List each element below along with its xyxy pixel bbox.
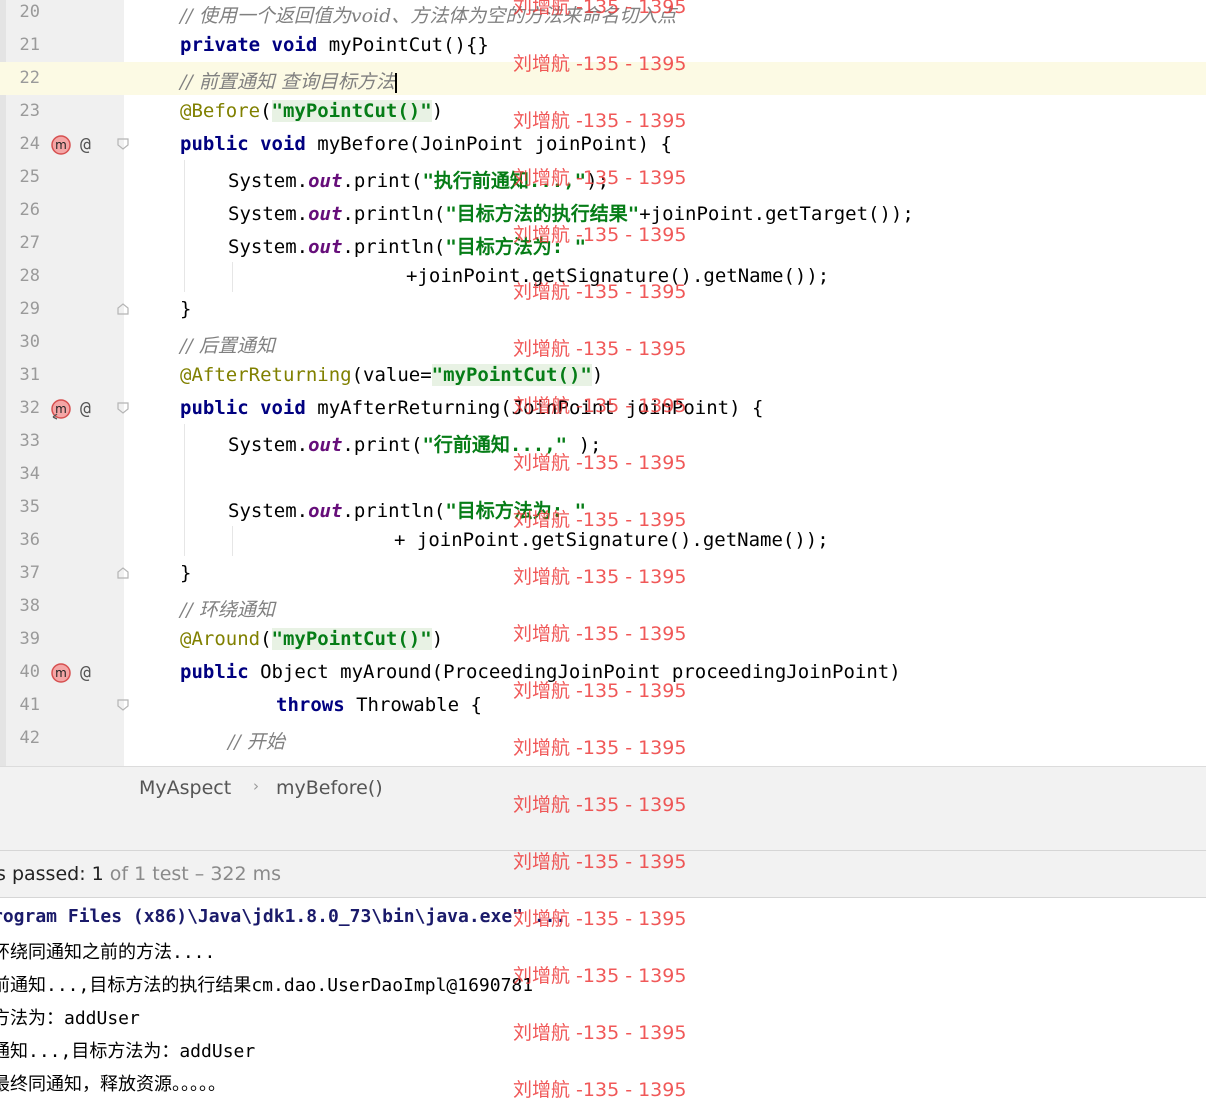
code-text: System.out.print("执行前通知...,"); [228, 170, 610, 192]
code-line[interactable]: 41 throws Throwable { [0, 689, 1206, 722]
fold-icon[interactable] [116, 401, 130, 415]
console-line: 前通知...,目标方法的执行结果cm.dao.UserDaoImpl@16907… [0, 975, 534, 996]
breadcrumb: MyAspect › myBefore() [0, 766, 1206, 808]
code-text: System.out.println("目标方法为: " [228, 236, 587, 258]
svg-text:m: m [55, 138, 67, 152]
line-number: 41 [19, 695, 40, 715]
console-line: 通知...,目标方法为：addUser [0, 1041, 256, 1062]
code-line[interactable]: 34 [0, 458, 1206, 491]
line-number: 25 [19, 167, 40, 187]
line-number: 31 [19, 365, 40, 385]
code-line[interactable]: 42 // 开始 [0, 722, 1206, 755]
code-text: System.out.print("行前通知...," ); [228, 434, 602, 456]
console-line: rogram Files (x86)\Java\jdk1.8.0_73\bin\… [0, 906, 567, 927]
method-advice-icon[interactable]: m [50, 398, 72, 420]
fold-icon[interactable] [116, 698, 130, 712]
breadcrumb-separator: › [253, 777, 259, 795]
code-line[interactable]: 31 @AfterReturning(value="myPointCut()") [0, 359, 1206, 392]
line-number: 28 [19, 266, 40, 286]
breadcrumb-item-method[interactable]: myBefore() [276, 777, 383, 799]
line-number: 42 [19, 728, 40, 748]
code-text: // 开始 [228, 731, 285, 753]
code-text: } [180, 298, 192, 320]
annotation-icon[interactable]: @ [80, 662, 102, 684]
console-output[interactable]: rogram Files (x86)\Java\jdk1.8.0_73\bin\… [0, 898, 1206, 1105]
code-line[interactable]: 30 // 后置通知 [0, 326, 1206, 359]
code-line[interactable]: 21 private void myPointCut(){} [0, 29, 1206, 62]
code-line[interactable]: 28 +joinPoint.getSignature().getName()); [0, 260, 1206, 293]
code-text: // 使用一个返回值为void、方法体为空的方法来命名切入点 [180, 5, 677, 27]
line-number: 37 [19, 563, 40, 583]
code-line[interactable]: 32 m @ public void myAfterReturning(Join… [0, 392, 1206, 425]
code-line[interactable]: 37 } [0, 557, 1206, 590]
test-status-bar: s passed: 1 of 1 test – 322 ms [0, 851, 1206, 898]
line-number: 40 [19, 662, 40, 682]
test-status-text: s passed: 1 of 1 test – 322 ms [0, 863, 282, 885]
code-text: throws Throwable { [276, 694, 482, 716]
code-editor[interactable]: 20 // 使用一个返回值为void、方法体为空的方法来命名切入点 21 pri… [0, 0, 1206, 766]
text-caret [394, 72, 397, 93]
annotation-icon[interactable]: @ [80, 398, 102, 420]
line-number: 30 [19, 332, 40, 352]
line-number: 35 [19, 497, 40, 517]
fold-icon[interactable] [116, 137, 130, 151]
code-line[interactable]: 25 System.out.print("执行前通知...,"); [0, 161, 1206, 194]
fold-end-icon[interactable] [116, 302, 130, 316]
line-number: 36 [19, 530, 40, 550]
line-number: 23 [19, 101, 40, 121]
code-line[interactable]: 29 } [0, 293, 1206, 326]
line-number: 21 [19, 35, 40, 55]
annotation-icon[interactable]: @ [80, 134, 102, 156]
run-panel-toolbar [0, 807, 1206, 851]
line-number: 24 [19, 134, 40, 154]
svg-text:m: m [55, 666, 67, 680]
code-line[interactable]: 27 System.out.println("目标方法为: " [0, 227, 1206, 260]
console-line: 方法为：addUser [0, 1008, 140, 1029]
line-number: 27 [19, 233, 40, 253]
code-text: public void myBefore(JoinPoint joinPoint… [180, 133, 672, 155]
code-line[interactable]: 26 System.out.println("目标方法的执行结果"+joinPo… [0, 194, 1206, 227]
code-line[interactable]: 33 System.out.print("行前通知...," ); [0, 425, 1206, 458]
code-text: @Before("myPointCut()") [180, 100, 444, 122]
line-number: 22 [19, 68, 40, 88]
console-line: 最终同通知，释放资源。。。。。 [0, 1074, 226, 1095]
line-number: 34 [19, 464, 40, 484]
code-text: public Object myAround(ProceedingJoinPoi… [180, 661, 901, 683]
code-line[interactable]: 39 @Around("myPointCut()") [0, 623, 1206, 656]
fold-end-icon[interactable] [116, 566, 130, 580]
code-line[interactable]: 38 // 环绕通知 [0, 590, 1206, 623]
code-text: // 前置通知 查询目标方法 [180, 71, 397, 93]
method-advice-icon[interactable]: m [50, 662, 72, 684]
code-text: @Around("myPointCut()") [180, 628, 444, 650]
code-text: } [180, 562, 192, 584]
code-line[interactable]: 20 // 使用一个返回值为void、方法体为空的方法来命名切入点 [0, 0, 1206, 29]
code-text: System.out.println("目标方法的执行结果"+joinPoint… [228, 203, 914, 225]
code-line[interactable]: 36 + joinPoint.getSignature().getName())… [0, 524, 1206, 557]
code-text: private void myPointCut(){} [180, 34, 489, 56]
line-number: 33 [19, 431, 40, 451]
code-text: @AfterReturning(value="myPointCut()") [180, 364, 604, 386]
code-text: // 后置通知 [180, 335, 275, 357]
method-advice-icon[interactable]: m [50, 134, 72, 156]
line-number: 26 [19, 200, 40, 220]
code-line[interactable]: 40 m @ public Object myAround(Proceeding… [0, 656, 1206, 689]
code-text: // 环绕通知 [180, 599, 275, 621]
code-line-current[interactable]: 22 // 前置通知 查询目标方法 [0, 62, 1206, 95]
breadcrumb-item-class[interactable]: MyAspect [139, 777, 231, 799]
code-line[interactable]: 35 System.out.println("目标方法为: " [0, 491, 1206, 524]
code-line[interactable]: 23 @Before("myPointCut()") [0, 95, 1206, 128]
code-line[interactable]: 24 m @ public void myBefore(JoinPoint jo… [0, 128, 1206, 161]
code-text: public void myAfterReturning(JoinPoint j… [180, 397, 764, 419]
line-number: 20 [19, 2, 40, 22]
console-line: 环绕同通知之前的方法.... [0, 942, 216, 963]
line-number: 39 [19, 629, 40, 649]
code-text: System.out.println("目标方法为: " [228, 500, 587, 522]
code-text: +joinPoint.getSignature().getName()); [406, 265, 830, 287]
code-text: + joinPoint.getSignature().getName()); [394, 529, 829, 551]
line-number: 29 [19, 299, 40, 319]
line-number: 32 [19, 398, 40, 418]
line-number: 38 [19, 596, 40, 616]
